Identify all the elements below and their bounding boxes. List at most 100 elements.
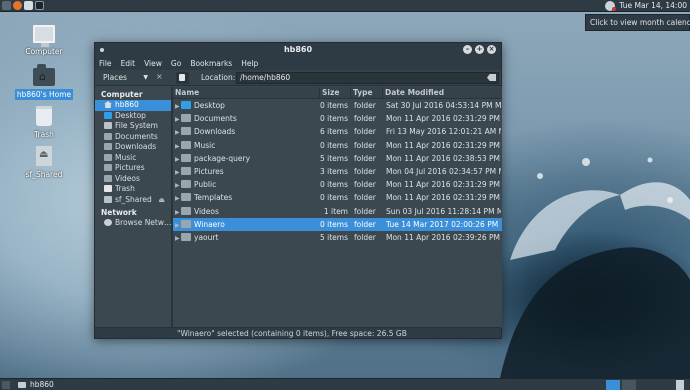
sidebar-header-network: Network xyxy=(101,208,137,217)
menu-view[interactable]: View xyxy=(144,59,162,68)
file-row[interactable]: ▶ package-query 5 items folder Mon 11 Apr 20… xyxy=(173,152,502,165)
clear-location-icon[interactable] xyxy=(487,74,496,81)
file-name-cell: ▶ Documents xyxy=(173,112,320,125)
panel-clock[interactable]: Tue Mar 14, 14:00 xyxy=(619,1,687,10)
menu-help[interactable]: Help xyxy=(241,59,258,68)
sidebar-item-desktop[interactable]: Desktop xyxy=(95,111,171,122)
sidebar-item-label: Videos xyxy=(115,173,140,183)
sidebar-item-documents[interactable]: Documents xyxy=(95,132,171,143)
workspace-2-button[interactable] xyxy=(622,380,636,390)
location-input[interactable]: /home/hb860 xyxy=(236,72,499,84)
file-row[interactable]: ▶ Documents 0 items folder Mon 11 Apr 2016 0… xyxy=(173,112,502,125)
expand-arrow-icon[interactable]: ▶ xyxy=(173,232,181,244)
menu-go[interactable]: Go xyxy=(171,59,181,68)
sidebar-item-label: Desktop xyxy=(115,110,146,120)
workspace-1-button[interactable] xyxy=(606,380,620,390)
window-menu-icon[interactable] xyxy=(100,48,104,52)
file-row[interactable]: ▶ Videos 1 item folder Sun 03 Jul 2016 11:28… xyxy=(173,205,502,218)
menu-bookmarks[interactable]: Bookmarks xyxy=(190,59,232,68)
file-row[interactable]: ▶ Desktop 0 items folder Sat 30 Jul 2016 04:… xyxy=(173,99,502,112)
menu-file[interactable]: File xyxy=(99,59,112,68)
folder-icon xyxy=(181,127,191,136)
filesystem-icon xyxy=(104,122,112,129)
menubar: File Edit View Go Bookmarks Help xyxy=(95,57,501,70)
sidebar-item-sf-shared[interactable]: sf_Shared ⏏ xyxy=(95,195,171,206)
file-name: Music xyxy=(194,140,216,150)
file-name-cell: ▶ yaourt xyxy=(173,231,320,244)
sidebar-item-hb860[interactable]: hb860 xyxy=(95,100,171,111)
desktop-icon-sf-shared[interactable]: sf_Shared xyxy=(14,146,74,180)
window-titlebar[interactable]: hb860 – + × xyxy=(95,43,501,57)
column-name[interactable]: Name xyxy=(173,87,320,98)
column-type[interactable]: Type xyxy=(351,87,383,98)
desktop-icon-trash[interactable]: Trash xyxy=(14,106,74,140)
expand-arrow-icon[interactable]: ▶ xyxy=(173,206,181,218)
file-name-cell: ▶ Winaero xyxy=(173,218,320,231)
expand-arrow-icon[interactable]: ▶ xyxy=(173,192,181,204)
sidebar-item-browse-network[interactable]: Browse Netw… xyxy=(95,218,172,229)
downloads-icon xyxy=(104,143,112,150)
file-manager-window: hb860 – + × File Edit View Go Bookmarks … xyxy=(94,42,502,339)
location-label: Location: xyxy=(201,73,236,82)
eject-icon[interactable]: ⏏ xyxy=(158,195,165,206)
sidebar-item-videos[interactable]: Videos xyxy=(95,174,171,185)
expand-arrow-icon[interactable]: ▶ xyxy=(173,219,181,231)
expand-arrow-icon[interactable]: ▶ xyxy=(173,113,181,125)
trash-applet-icon[interactable] xyxy=(676,380,684,390)
drive-icon xyxy=(36,146,52,166)
sidebar-item-downloads[interactable]: Downloads xyxy=(95,142,171,153)
maximize-button[interactable]: + xyxy=(475,45,484,54)
editor-icon[interactable] xyxy=(24,1,33,10)
file-size: 0 items xyxy=(320,101,349,110)
file-name-cell: ▶ Videos xyxy=(173,205,320,218)
file-row[interactable]: ▶ Music 0 items folder Mon 11 Apr 2016 02:31… xyxy=(173,139,502,152)
file-row[interactable]: ▶ Pictures 3 items folder Mon 04 Jul 2016 02… xyxy=(173,165,502,178)
notification-tray-icon[interactable] xyxy=(605,1,616,11)
file-row[interactable]: ▶ Templates 0 items folder Mon 11 Apr 2016 0… xyxy=(173,191,502,204)
sidebar-item-file-system[interactable]: File System xyxy=(95,121,171,132)
file-type: folder xyxy=(354,153,376,163)
desktop-icon-home[interactable]: hb860's Home xyxy=(14,64,74,100)
close-side-pane-icon[interactable]: × xyxy=(156,72,163,81)
firefox-icon[interactable] xyxy=(13,1,22,10)
window-title: hb860 xyxy=(283,45,313,54)
minimize-button[interactable]: – xyxy=(463,45,472,54)
expand-arrow-icon[interactable]: ▶ xyxy=(173,179,181,191)
sidebar-item-label: sf_Shared xyxy=(115,194,152,204)
column-size[interactable]: Size xyxy=(320,87,351,98)
file-size: 0 items xyxy=(320,219,349,229)
folder-icon xyxy=(181,180,191,189)
computer-icon xyxy=(33,25,55,47)
file-date: Tue 14 Mar 2017 02:00:26 PM MSK xyxy=(386,219,501,229)
desktop-icon-label: sf_Shared xyxy=(25,170,63,179)
folder-icon xyxy=(181,206,191,215)
file-row[interactable]: ▶ Winaero 0 items folder Tue 14 Mar 2017 02:… xyxy=(173,217,502,231)
close-button[interactable]: × xyxy=(487,45,496,54)
sidebar-item-pictures[interactable]: Pictures xyxy=(95,163,171,174)
sidebar-item-label: hb860 xyxy=(115,100,139,109)
taskbar-item-hb860[interactable]: hb860 xyxy=(2,380,172,390)
file-row[interactable]: ▶ Downloads 6 items folder Fri 13 May 2016 1… xyxy=(173,125,502,138)
sidebar-item-music[interactable]: Music xyxy=(95,153,171,164)
sidebar-item-trash[interactable]: Trash xyxy=(95,184,171,195)
expand-arrow-icon[interactable]: ▶ xyxy=(173,100,181,112)
pictures-icon xyxy=(104,164,112,171)
sidebar-item-label: Music xyxy=(115,152,137,162)
sidebar-item-label: Trash xyxy=(115,184,135,193)
expand-arrow-icon[interactable]: ▶ xyxy=(173,166,181,178)
terminal-icon[interactable] xyxy=(35,1,44,10)
sidebar-item-label: Downloads xyxy=(115,142,157,151)
apps-menu-icon[interactable] xyxy=(2,1,11,10)
file-date: Mon 11 Apr 2016 02:31:29 PM MSK xyxy=(386,114,501,124)
file-date: Sun 03 Jul 2016 11:28:14 PM MSK xyxy=(386,206,501,216)
file-row[interactable]: ▶ Public 0 items folder Mon 11 Apr 2016 02:3… xyxy=(173,178,502,191)
drive-icon xyxy=(104,195,112,203)
file-row[interactable]: ▶ yaourt 5 items folder Mon 11 Apr 2016 02:3… xyxy=(173,231,502,244)
toggle-location-button[interactable] xyxy=(176,72,189,84)
expand-arrow-icon[interactable]: ▶ xyxy=(173,126,181,138)
column-date-modified[interactable]: Date Modified xyxy=(383,87,501,98)
expand-arrow-icon[interactable]: ▶ xyxy=(173,140,181,152)
desktop-icon-computer[interactable]: Computer xyxy=(14,25,74,57)
menu-edit[interactable]: Edit xyxy=(121,59,136,68)
expand-arrow-icon[interactable]: ▶ xyxy=(173,153,181,165)
